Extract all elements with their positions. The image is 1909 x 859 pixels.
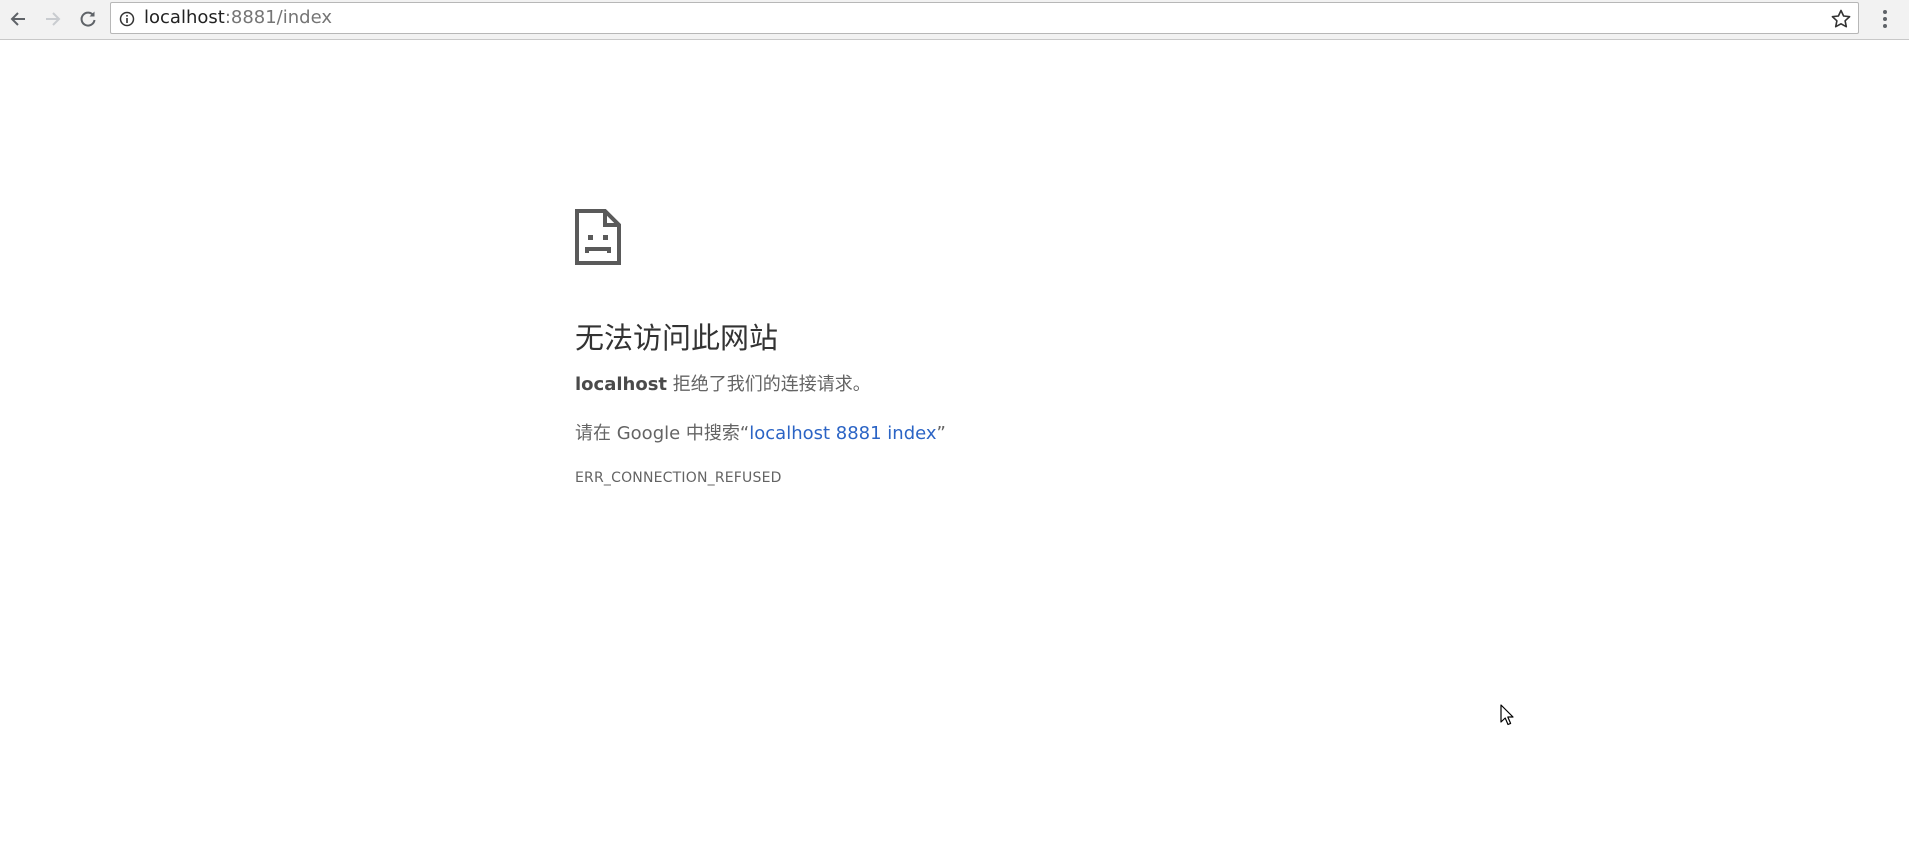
forward-button[interactable] bbox=[38, 4, 68, 34]
browser-toolbar: localhost:8881/index bbox=[0, 0, 1909, 40]
error-host: localhost bbox=[575, 374, 668, 395]
error-description: localhost 拒绝了我们的连接请求。 bbox=[575, 374, 1375, 396]
url-path: :8881/index bbox=[224, 7, 332, 28]
arrow-right-icon bbox=[46, 12, 61, 26]
sad-document-icon bbox=[575, 209, 621, 265]
vertical-dots-icon bbox=[1883, 10, 1887, 28]
menu-button[interactable] bbox=[1870, 4, 1900, 34]
google-search-link[interactable]: localhost 8881 index bbox=[749, 423, 936, 444]
back-button[interactable] bbox=[3, 4, 33, 34]
search-suffix: ” bbox=[936, 423, 946, 444]
info-circle-icon[interactable] bbox=[119, 11, 135, 27]
search-suggestion: 请在 Google 中搜索“localhost 8881 index” bbox=[575, 423, 1375, 445]
error-code: ERR_CONNECTION_REFUSED bbox=[575, 470, 782, 486]
url-host: localhost bbox=[144, 7, 225, 28]
mouse-cursor-icon bbox=[1500, 704, 1514, 726]
error-headline: 无法访问此网站 bbox=[575, 321, 779, 355]
error-refused-text: 拒绝了我们的连接请求。 bbox=[667, 374, 871, 395]
reload-button[interactable] bbox=[73, 4, 103, 34]
error-page-content: 无法访问此网站 localhost 拒绝了我们的连接请求。 请在 Google … bbox=[575, 209, 1375, 487]
reload-icon bbox=[80, 11, 96, 27]
arrow-left-icon bbox=[10, 12, 25, 26]
search-prefix: 请在 Google 中搜索“ bbox=[575, 423, 750, 444]
star-icon[interactable] bbox=[1830, 8, 1852, 30]
address-bar[interactable]: localhost:8881/index bbox=[110, 2, 1859, 34]
url-text[interactable]: localhost:8881/index bbox=[144, 3, 332, 33]
